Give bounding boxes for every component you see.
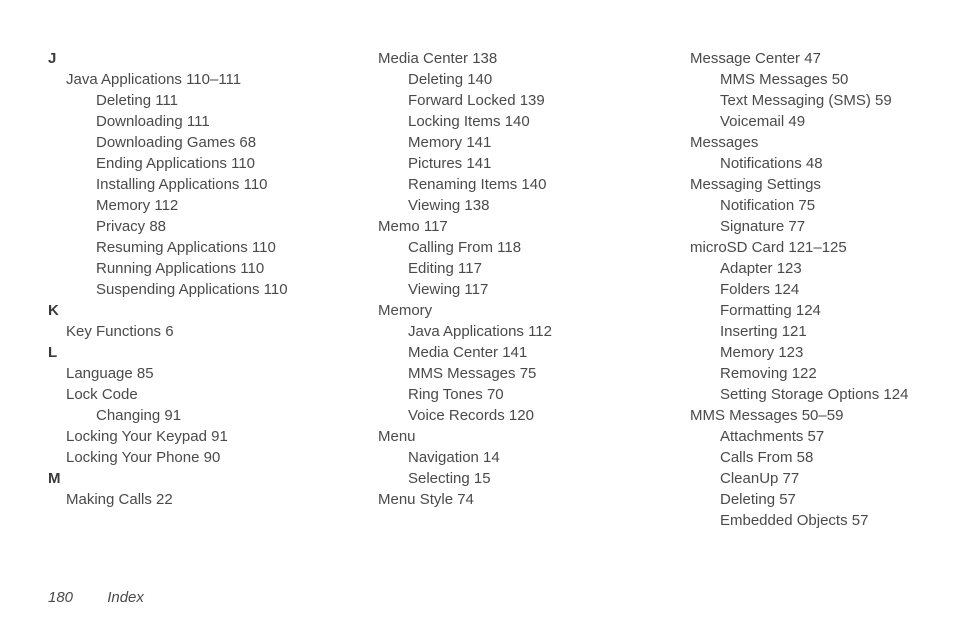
index-subentry: Privacy 88	[96, 216, 290, 237]
index-subentry: Downloading 111	[96, 111, 290, 132]
index-subentry: Java Applications 112	[408, 321, 602, 342]
index-subentry: Notification 75	[720, 195, 914, 216]
index-subentry: Voicemail 49	[720, 111, 914, 132]
index-subentry: Formatting 124	[720, 300, 914, 321]
index-subentry: Removing 122	[720, 363, 914, 384]
index-entry: Messages	[690, 132, 914, 153]
index-subentry: Memory 112	[96, 195, 290, 216]
index-entry: Locking Your Phone 90	[66, 447, 290, 468]
index-subentry: Media Center 141	[408, 342, 602, 363]
index-subentry: Memory 141	[408, 132, 602, 153]
index-subentry: Memory 123	[720, 342, 914, 363]
index-entry: Key Functions 6	[66, 321, 290, 342]
index-subentry: Editing 117	[408, 258, 602, 279]
index-entry: Memory	[378, 300, 602, 321]
index-letter: J	[48, 48, 290, 69]
index-entry: Making Calls 22	[66, 489, 290, 510]
index-entry: Java Applications 110–111	[66, 69, 290, 90]
index-subentry: Attachments 57	[720, 426, 914, 447]
index-subentry: Text Messaging (SMS) 59	[720, 90, 914, 111]
index-subentry: MMS Messages 75	[408, 363, 602, 384]
index-subentry: Resuming Applications 110	[96, 237, 290, 258]
index-column-2: Media Center 138Deleting 140Forward Lock…	[360, 48, 602, 531]
index-subentry: Calls From 58	[720, 447, 914, 468]
index-letter: K	[48, 300, 290, 321]
index-subentry: Deleting 140	[408, 69, 602, 90]
index-entry: microSD Card 121–125	[690, 237, 914, 258]
index-subentry: Setting Storage Options 124	[720, 384, 914, 405]
index-entry: Language 85	[66, 363, 290, 384]
index-entry: Lock Code	[66, 384, 290, 405]
index-subentry: Notifications 48	[720, 153, 914, 174]
index-subentry: Ring Tones 70	[408, 384, 602, 405]
index-subentry: Voice Records 120	[408, 405, 602, 426]
index-subentry: Downloading Games 68	[96, 132, 290, 153]
index-subentry: Renaming Items 140	[408, 174, 602, 195]
index-subentry: Pictures 141	[408, 153, 602, 174]
index-subentry: Embedded Objects 57	[720, 510, 914, 531]
index-subentry: Inserting 121	[720, 321, 914, 342]
index-subentry: Running Applications 110	[96, 258, 290, 279]
index-subentry: Suspending Applications 110	[96, 279, 290, 300]
index-entry: Locking Your Keypad 91	[66, 426, 290, 447]
index-subentry: Navigation 14	[408, 447, 602, 468]
index-entry: Menu Style 74	[378, 489, 602, 510]
index-column-3: Message Center 47MMS Messages 50Text Mes…	[672, 48, 914, 531]
index-entry: Message Center 47	[690, 48, 914, 69]
index-entry: MMS Messages 50–59	[690, 405, 914, 426]
page-footer: 180 Index	[48, 589, 144, 606]
index-subentry: Changing 91	[96, 405, 290, 426]
index-subentry: Installing Applications 110	[96, 174, 290, 195]
index-subentry: Signature 77	[720, 216, 914, 237]
index-subentry: Forward Locked 139	[408, 90, 602, 111]
index-entry: Memo 117	[378, 216, 602, 237]
page-number: 180	[48, 589, 73, 606]
section-title: Index	[107, 589, 144, 606]
index-column-1: JJava Applications 110–111Deleting 111Do…	[48, 48, 290, 531]
index-subentry: Selecting 15	[408, 468, 602, 489]
index-subentry: Folders 124	[720, 279, 914, 300]
index-subentry: CleanUp 77	[720, 468, 914, 489]
index-subentry: Calling From 118	[408, 237, 602, 258]
index-entry: Media Center 138	[378, 48, 602, 69]
index-letter: M	[48, 468, 290, 489]
index-entry: Menu	[378, 426, 602, 447]
index-page: JJava Applications 110–111Deleting 111Do…	[0, 0, 954, 531]
index-entry: Messaging Settings	[690, 174, 914, 195]
index-subentry: Adapter 123	[720, 258, 914, 279]
index-subentry: Viewing 138	[408, 195, 602, 216]
index-letter: L	[48, 342, 290, 363]
index-subentry: MMS Messages 50	[720, 69, 914, 90]
index-subentry: Deleting 57	[720, 489, 914, 510]
index-subentry: Viewing 117	[408, 279, 602, 300]
index-subentry: Ending Applications 110	[96, 153, 290, 174]
index-subentry: Locking Items 140	[408, 111, 602, 132]
index-subentry: Deleting 111	[96, 90, 290, 111]
